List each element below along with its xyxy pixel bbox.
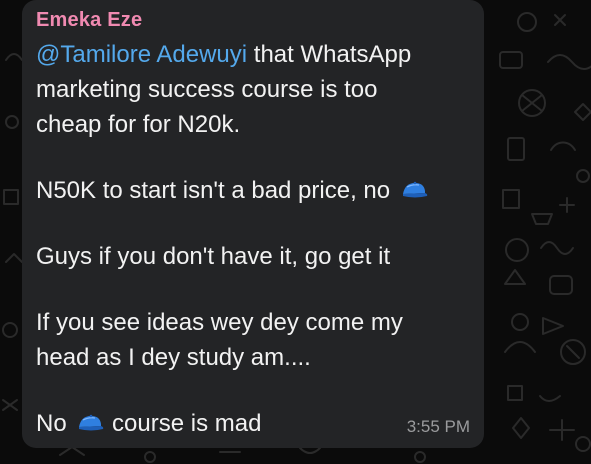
blue-cap-emoji-icon [75,412,105,434]
message-text: No [36,410,67,437]
message-line: cheap for for N20k. [36,111,241,138]
mention-link[interactable]: @Tamilore Adewuyi [36,41,247,68]
message-line: head as I dey study am.... [36,344,311,371]
message-timestamp: 3:55 PM [406,417,470,436]
message-bubble[interactable]: Emeka Eze @Tamilore Adewuyi that WhatsAp… [22,0,484,448]
message-text: that WhatsApp [247,41,412,68]
blue-cap-emoji-icon [399,179,429,201]
message-line: N50K to start isn't a bad price, no [36,177,429,205]
message-line: Guys if you don't have it, go get it [36,243,391,270]
message-text: N50K to start isn't a bad price, no [36,177,391,204]
message-text: course is mad [112,410,262,437]
message-line: If you see ideas wey dey come my [36,309,403,336]
message-line: @Tamilore Adewuyi that WhatsApp [36,41,411,69]
message-line: No course is mad [36,410,261,438]
message-line: marketing success course is too [36,76,378,103]
sender-name[interactable]: Emeka Eze [36,9,142,32]
